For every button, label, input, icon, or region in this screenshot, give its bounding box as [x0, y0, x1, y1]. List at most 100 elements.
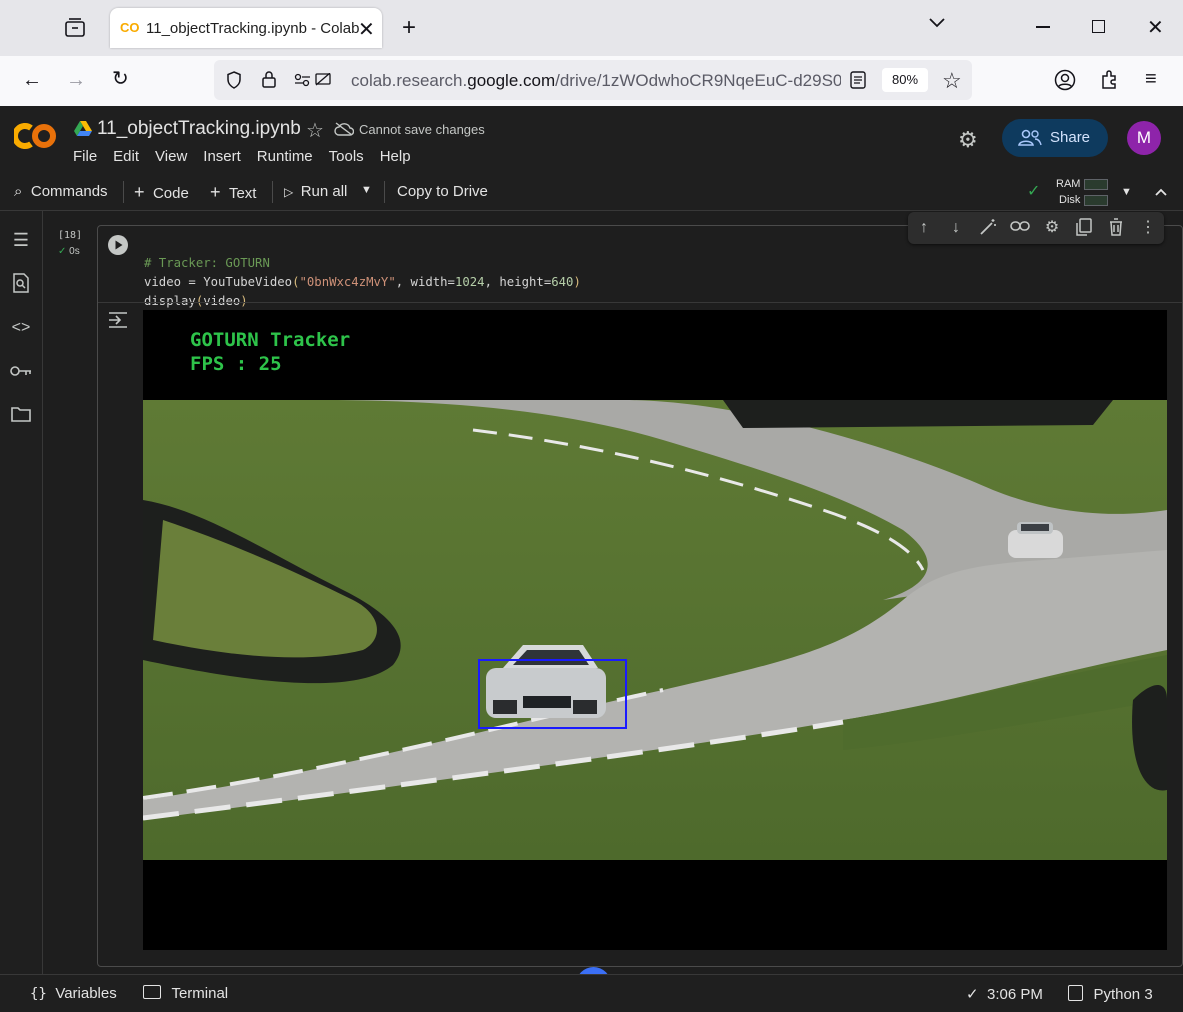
- runtime-label: Python 3: [1093, 986, 1153, 1003]
- cell-settings-gear-icon[interactable]: ⚙: [1042, 218, 1062, 238]
- close-tab-icon[interactable]: ✕: [358, 17, 375, 42]
- execution-status: ✓ 0s: [58, 246, 80, 257]
- code-token: display: [144, 294, 196, 308]
- maximize-window-icon[interactable]: [1092, 20, 1105, 33]
- runtime-indicator[interactable]: Python 3: [1068, 985, 1153, 1004]
- menu-help[interactable]: Help: [380, 148, 411, 165]
- zoom-level-button[interactable]: 80%: [882, 68, 928, 92]
- reload-icon[interactable]: ↻: [112, 69, 129, 89]
- move-cell-down-icon[interactable]: ↓: [946, 218, 966, 238]
- plus-icon: +: [210, 182, 221, 202]
- mirror-cell-icon[interactable]: [1074, 218, 1094, 238]
- run-all-label: Run all: [300, 183, 348, 200]
- link-icon[interactable]: [1010, 218, 1030, 238]
- forward-icon[interactable]: →: [66, 70, 86, 90]
- code-token: video: [203, 294, 241, 308]
- add-text-label: Text: [228, 185, 257, 202]
- colab-toolbar: ⌕ Commands + Code + Text ▷ Run all ▼ Cop…: [0, 174, 1183, 211]
- plus-icon: +: [134, 182, 145, 202]
- terminal-button[interactable]: Terminal: [143, 985, 228, 1003]
- share-button[interactable]: Share: [1002, 119, 1108, 157]
- resources-dropdown-icon[interactable]: ▼: [1121, 186, 1132, 198]
- browser-tab-active[interactable]: CO 11_objectTracking.ipynb - Colab ✕: [110, 8, 382, 48]
- save-status: Cannot save changes: [359, 122, 485, 137]
- code-token: , height=: [484, 275, 552, 289]
- notebook-title[interactable]: 11_objectTracking.ipynb: [97, 118, 301, 140]
- tab-overview-icon[interactable]: [64, 18, 86, 42]
- menu-runtime[interactable]: Runtime: [257, 148, 313, 165]
- shield-icon[interactable]: [226, 71, 242, 94]
- variables-label: Variables: [55, 985, 117, 1002]
- account-icon[interactable]: [1054, 69, 1076, 96]
- execution-time: 0s: [69, 246, 80, 257]
- minimize-window-icon[interactable]: [1036, 26, 1050, 28]
- run-cell-button[interactable]: [108, 235, 128, 255]
- find-replace-icon[interactable]: [10, 273, 32, 295]
- terminal-label: Terminal: [171, 985, 229, 1002]
- more-options-icon[interactable]: ⋮: [1138, 218, 1158, 238]
- code-number: 640: [551, 275, 574, 289]
- video-frame-race-track: [143, 400, 1167, 860]
- youtube-video-player[interactable]: GOTURN Tracker FPS : 25: [143, 310, 1167, 950]
- table-of-contents-icon[interactable]: ☰: [10, 229, 32, 251]
- menu-view[interactable]: View: [155, 148, 187, 165]
- disk-label: Disk: [1059, 194, 1081, 206]
- new-tab-button[interactable]: +: [402, 14, 416, 42]
- url-path: /drive/1zWOdwhoCR9NqeEuC-d29S0: [555, 71, 841, 90]
- back-icon[interactable]: ←: [22, 70, 42, 90]
- menu-tools[interactable]: Tools: [329, 148, 364, 165]
- collapse-header-chevron-icon[interactable]: [1154, 184, 1168, 202]
- resources-indicator[interactable]: RAM Disk: [1054, 176, 1114, 208]
- share-label: Share: [1050, 129, 1091, 146]
- settings-gear-icon[interactable]: ⚙: [958, 127, 978, 153]
- address-bar[interactable]: colab.research.google.com/drive/1zWOdwho…: [214, 60, 972, 100]
- ai-edit-wand-icon[interactable]: [978, 218, 998, 238]
- tab-title: 11_objectTracking.ipynb - Colab: [146, 20, 360, 37]
- success-check-icon: ✓: [58, 246, 67, 257]
- avatar[interactable]: M: [1127, 121, 1161, 155]
- secrets-key-icon[interactable]: [10, 361, 32, 383]
- close-window-icon[interactable]: ✕: [1147, 15, 1164, 40]
- colab-logo[interactable]: [12, 120, 58, 157]
- toolbar-divider: [123, 181, 124, 203]
- move-cell-up-icon[interactable]: ↑: [914, 218, 934, 238]
- commands-button[interactable]: ⌕ Commands: [14, 183, 108, 201]
- files-folder-icon[interactable]: [10, 405, 32, 427]
- delete-cell-icon[interactable]: [1106, 218, 1126, 238]
- url-prefix: colab.research.: [351, 71, 468, 90]
- commands-label: Commands: [30, 183, 108, 200]
- run-all-dropdown-icon[interactable]: ▼: [361, 184, 372, 196]
- code-number: 1024: [454, 275, 485, 289]
- toolbar-divider: [384, 181, 385, 203]
- variables-button[interactable]: {} Variables: [30, 985, 117, 1003]
- lock-icon[interactable]: [262, 70, 276, 93]
- bookmark-star-icon[interactable]: ☆: [942, 68, 962, 94]
- code-token: , width=: [395, 275, 455, 289]
- check-icon: ✓: [966, 986, 979, 1003]
- tab-list-chevron-icon[interactable]: [928, 16, 946, 34]
- copy-to-drive-button[interactable]: Copy to Drive: [397, 183, 488, 200]
- search-icon: ⌕: [14, 183, 23, 200]
- menu-insert[interactable]: Insert: [203, 148, 241, 165]
- add-code-button[interactable]: + Code: [134, 182, 189, 203]
- code-snippets-icon[interactable]: <>: [10, 317, 32, 339]
- reader-view-icon[interactable]: [850, 71, 866, 94]
- menu-file[interactable]: File: [73, 148, 97, 165]
- browser-nav-bar: ← → ↻ colab.research.google.com/drive/1z…: [0, 56, 1183, 107]
- people-icon: [1018, 129, 1042, 152]
- code-editor[interactable]: # Tracker: GOTURN video = YouTubeVideo("…: [144, 235, 581, 311]
- menu-edit[interactable]: Edit: [113, 148, 139, 165]
- add-text-button[interactable]: + Text: [210, 182, 256, 203]
- code-token: video = YouTubeVideo: [144, 275, 293, 289]
- output-actions-icon[interactable]: [108, 311, 128, 334]
- run-all-button[interactable]: ▷ Run all: [284, 183, 347, 201]
- last-run-status[interactable]: ✓ 3:06 PM: [966, 985, 1043, 1004]
- star-icon[interactable]: ☆: [306, 118, 324, 143]
- play-icon: ▷: [284, 185, 294, 199]
- left-sidebar: ☰ <>: [0, 211, 43, 974]
- url-text[interactable]: colab.research.google.com/drive/1zWOdwho…: [351, 71, 841, 91]
- last-run-time: 3:06 PM: [987, 986, 1043, 1003]
- permissions-icon[interactable]: [294, 72, 332, 92]
- extensions-icon[interactable]: [1100, 69, 1120, 94]
- app-menu-icon[interactable]: ≡: [1145, 69, 1157, 89]
